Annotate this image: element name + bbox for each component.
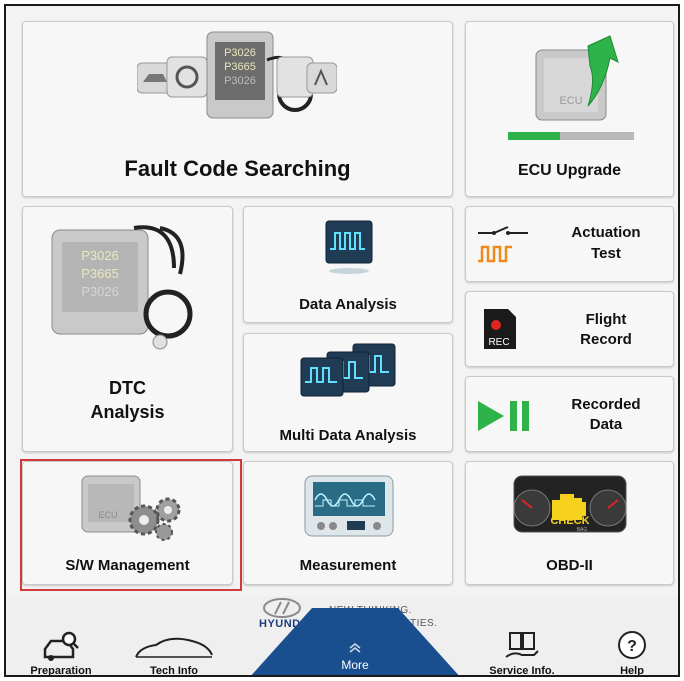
bottom-bar: HYUNDAI NEW THINKING. NEW POSSIBILITIES.… bbox=[6, 596, 678, 677]
check-engine-icon: CHECK BAG bbox=[513, 475, 627, 533]
book-hand-icon bbox=[505, 632, 539, 658]
sw-management-highlight bbox=[20, 459, 242, 591]
dtc-analysis-label-1: DTC bbox=[109, 378, 146, 398]
nav-preparation-label: Preparation bbox=[30, 665, 92, 677]
dtc-code-3: P3026 bbox=[81, 284, 119, 299]
dtc-code-1: P3026 bbox=[224, 47, 256, 59]
rec-text: REC bbox=[488, 337, 509, 348]
dtc-code-3: P3026 bbox=[224, 75, 256, 87]
car-icon bbox=[135, 637, 213, 658]
fault-code-searching-label: Fault Code Searching bbox=[124, 156, 351, 181]
data-analysis-tile[interactable]: Data Analysis bbox=[243, 206, 453, 323]
help-icon: ? bbox=[618, 631, 646, 659]
nav-service-info[interactable]: Service Info. bbox=[472, 627, 572, 677]
car-search-icon bbox=[43, 631, 79, 661]
measurement-icon bbox=[304, 475, 394, 537]
flight-record-label-1: Flight bbox=[585, 311, 627, 328]
play-pause-icon bbox=[478, 401, 529, 431]
dtc-code-2: P3665 bbox=[224, 61, 256, 73]
obd-ii-label: OBD-II bbox=[546, 557, 593, 574]
ecu-stethoscope-icon: P3026 P3665 P3026 bbox=[51, 225, 193, 350]
actuation-test-tile[interactable]: Actuation Test bbox=[465, 206, 674, 282]
svg-text:?: ? bbox=[627, 638, 637, 655]
obd-ii-tile[interactable]: CHECK BAG OBD-II bbox=[465, 461, 674, 585]
ecu-text: ECU bbox=[559, 95, 582, 107]
fault-code-searching-tile[interactable]: P3026 P3665 P3026 Fault Code Searching bbox=[22, 21, 453, 197]
dtc-code-1: P3026 bbox=[81, 248, 119, 263]
recorded-data-label-2: Data bbox=[589, 416, 623, 433]
chevron-up-icon bbox=[349, 643, 361, 653]
rec-icon: REC bbox=[484, 309, 516, 349]
ecu-upgrade-icon: ECU bbox=[508, 35, 634, 140]
dtc-analysis-tile[interactable]: P3026 P3665 P3026 DTC Analysis bbox=[22, 206, 233, 452]
nav-tech-info-label: Tech Info bbox=[149, 665, 199, 677]
measurement-tile[interactable]: Measurement bbox=[243, 461, 453, 585]
recorded-data-tile[interactable]: Recorded Data bbox=[465, 376, 674, 452]
oscilloscope-icon bbox=[325, 220, 373, 274]
oscilloscope-icon bbox=[300, 343, 396, 397]
nav-preparation[interactable]: Preparation bbox=[16, 627, 106, 677]
bag-text: BAG bbox=[577, 527, 588, 533]
app-frame: P3026 P3665 P3026 Fault Code Searching E… bbox=[4, 4, 680, 677]
nav-help[interactable]: ? Help bbox=[592, 627, 672, 677]
nav-tech-info[interactable]: Tech Info bbox=[114, 627, 234, 677]
check-text: CHECK bbox=[550, 515, 589, 527]
dtc-code-2: P3665 bbox=[81, 266, 119, 281]
nav-help-label: Help bbox=[620, 665, 644, 677]
data-analysis-label: Data Analysis bbox=[299, 296, 397, 313]
flight-record-label-2: Record bbox=[580, 331, 632, 348]
multi-data-analysis-tile[interactable]: Multi Data Analysis bbox=[243, 333, 453, 452]
dtc-analysis-label-2: Analysis bbox=[90, 402, 165, 422]
nav-service-info-label: Service Info. bbox=[489, 665, 555, 677]
actuation-label-2: Test bbox=[591, 245, 621, 262]
measurement-label: Measurement bbox=[299, 557, 397, 574]
actuation-icon bbox=[478, 226, 528, 263]
actuation-label-1: Actuation bbox=[571, 224, 641, 241]
ecu-stethoscope-icon: P3026 P3665 P3026 bbox=[137, 31, 337, 119]
flight-record-tile[interactable]: REC Flight Record bbox=[465, 291, 674, 367]
nav-more-tab[interactable]: More bbox=[248, 606, 462, 675]
nav-more-label: More bbox=[341, 658, 369, 672]
ecu-upgrade-label: ECU Upgrade bbox=[517, 162, 622, 179]
recorded-data-label-1: Recorded bbox=[571, 396, 641, 413]
multi-data-analysis-label: Multi Data Analysis bbox=[279, 427, 417, 444]
ecu-upgrade-tile[interactable]: ECU ECU Upgrade bbox=[465, 21, 674, 197]
